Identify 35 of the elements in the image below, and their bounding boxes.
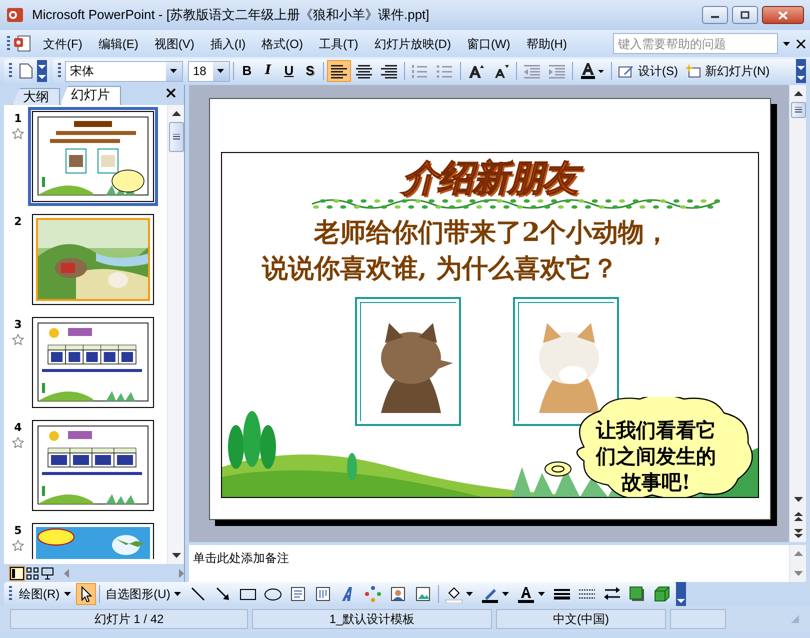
menu-item[interactable]: 幻灯片放映(D) bbox=[368, 32, 457, 54]
menu-item[interactable]: 视图(V) bbox=[148, 32, 200, 54]
slide-text: 老师给你们带来了2个小动物， bbox=[312, 217, 672, 250]
menu-item[interactable]: 格式(O) bbox=[256, 32, 309, 54]
menu-item[interactable]: 文件(F) bbox=[37, 32, 88, 54]
status-panel: 幻灯片 1 / 42 bbox=[10, 609, 248, 629]
bubble-text: 让我们看看它们之间发生的故事吧! bbox=[596, 417, 716, 495]
shadow-button[interactable]: S bbox=[300, 60, 320, 82]
new-slide-button[interactable]: 新幻灯片(N) bbox=[682, 60, 773, 82]
font-size-field[interactable]: 18 bbox=[188, 60, 230, 82]
slide-text: 说说你喜欢谁, 为什么喜欢它？ bbox=[260, 253, 620, 286]
menu-item[interactable]: 编辑(E) bbox=[92, 32, 144, 54]
font-name-field[interactable]: 宋体 bbox=[65, 60, 183, 82]
slide-number: 3 bbox=[14, 317, 22, 333]
status-panel: 中文(中国) bbox=[496, 609, 666, 629]
menu-item[interactable]: 帮助(H) bbox=[520, 32, 573, 54]
design-button[interactable]: 设计(S) bbox=[615, 60, 681, 82]
menu-item[interactable]: 工具(T) bbox=[312, 32, 364, 54]
slide-number: 2 bbox=[14, 214, 22, 230]
italic-button[interactable]: I bbox=[258, 60, 278, 82]
outline-tab[interactable]: 大纲 bbox=[12, 88, 60, 105]
menu-item[interactable]: 窗口(W) bbox=[460, 32, 516, 54]
status-panel: 1_默认设计模板 bbox=[252, 609, 492, 629]
draw-menu-button[interactable]: 绘图(R) bbox=[16, 583, 75, 605]
underline-button[interactable]: U bbox=[279, 60, 299, 82]
bold-button[interactable]: B bbox=[237, 60, 257, 82]
help-search-field[interactable]: 键入需要帮助的问题 bbox=[613, 33, 778, 54]
slide-number: 4 bbox=[14, 420, 22, 436]
slide-number: 1 bbox=[14, 111, 22, 127]
slide-title: 介绍新朋友 bbox=[222, 157, 758, 199]
slides-tab[interactable]: 幻灯片 bbox=[60, 86, 121, 105]
menu-item[interactable]: 插入(I) bbox=[204, 32, 252, 54]
autoshapes-button[interactable]: 自选图形(U) bbox=[102, 583, 186, 605]
window-title: Microsoft PowerPoint - [苏教版语文二年级上册《狼和小羊》课件.ppt] bbox=[32, 6, 430, 24]
slide-number: 5 bbox=[14, 523, 22, 539]
